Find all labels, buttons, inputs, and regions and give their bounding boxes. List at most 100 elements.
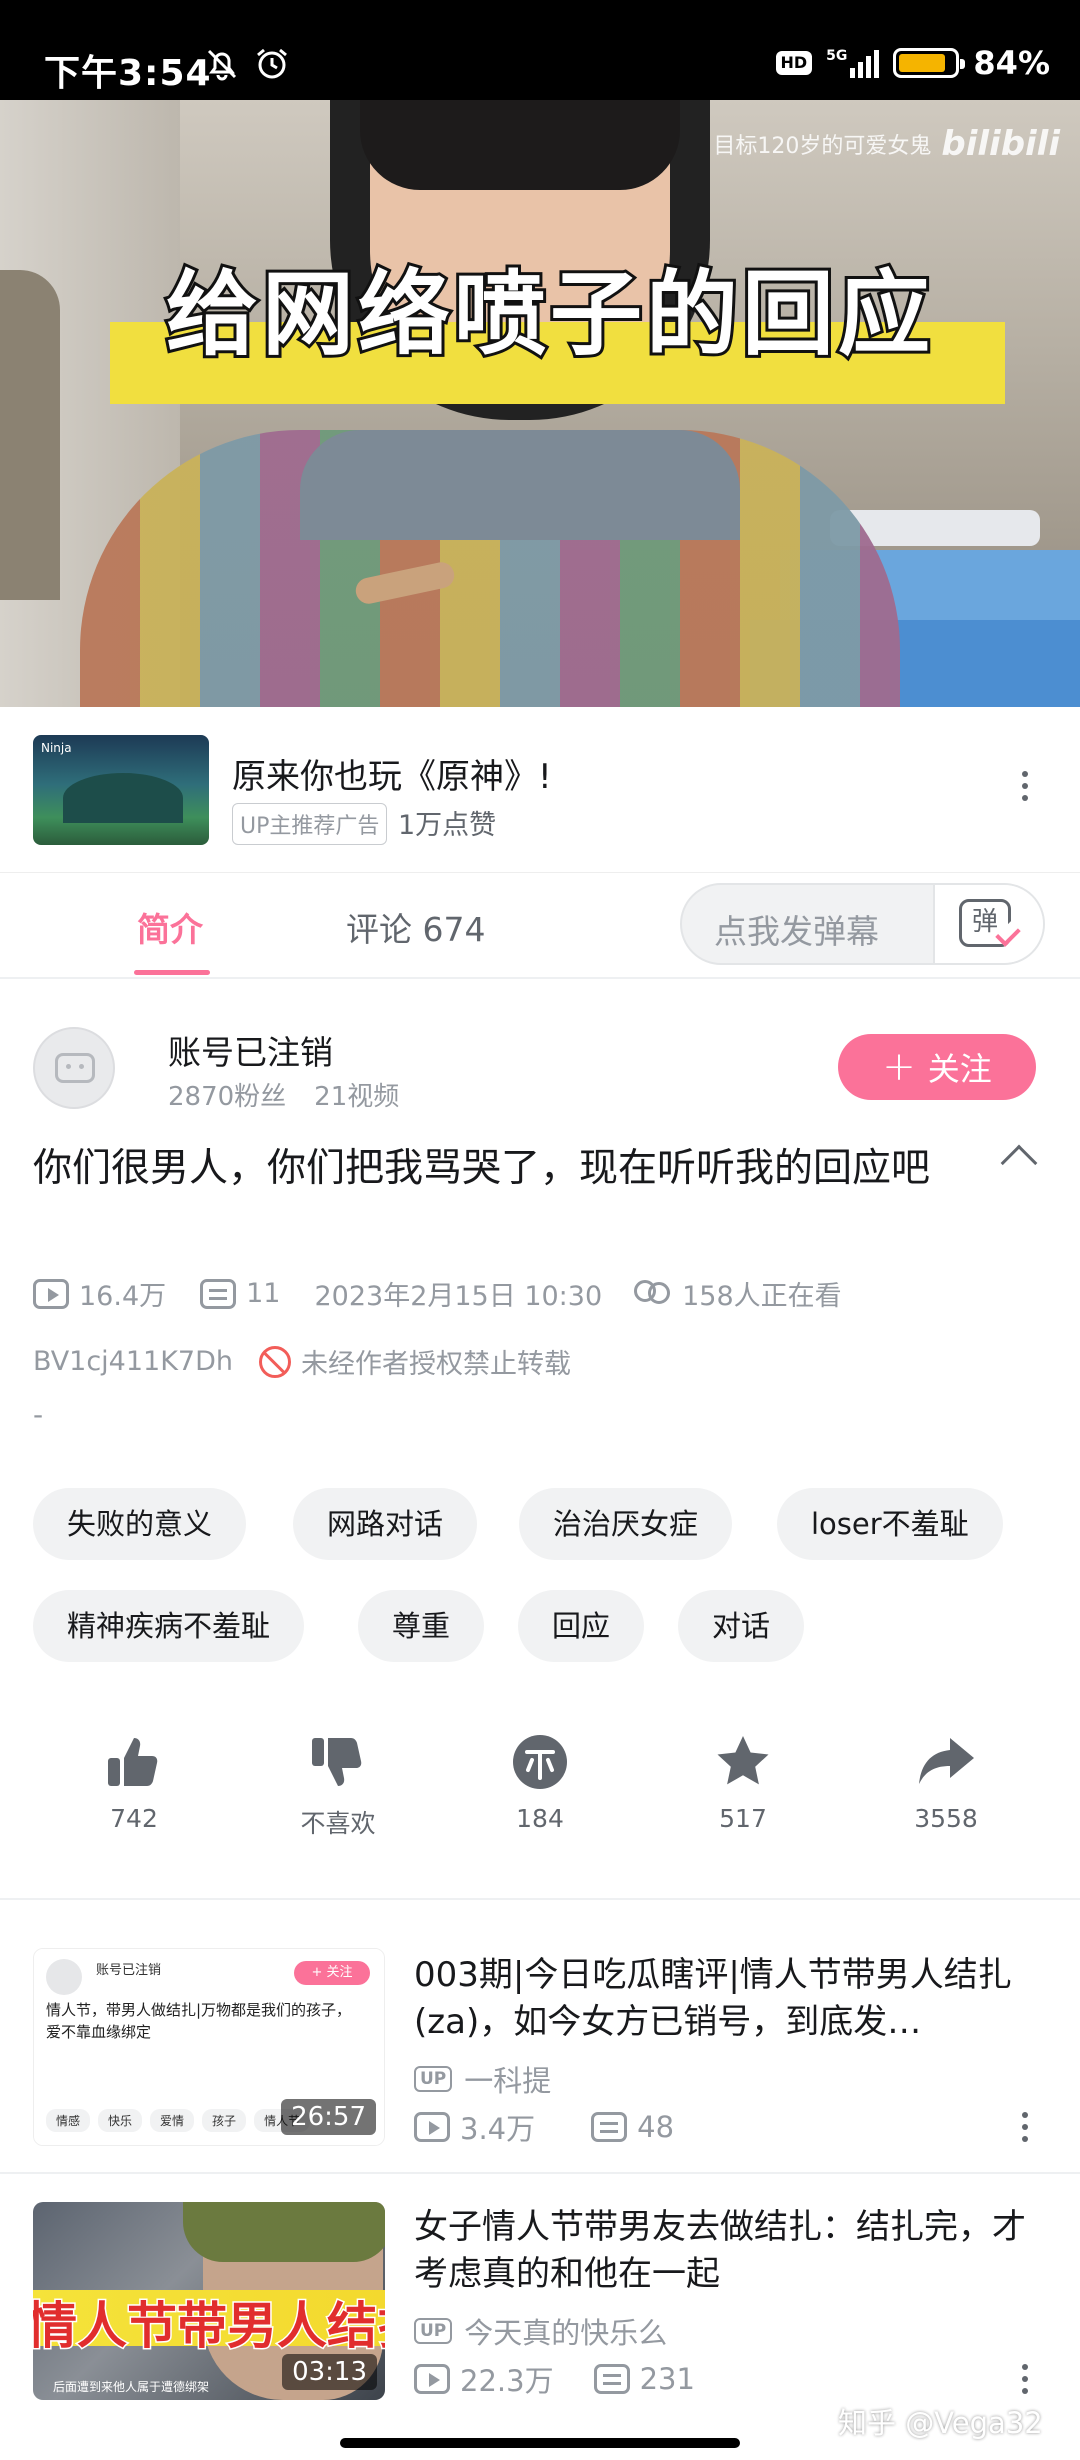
danmaku-input[interactable]: 点我发弹幕 弹 (680, 883, 1045, 965)
related-title[interactable]: 003期|今日吃瓜瞎评|情人节带男人结扎(za)，如今女方已销号，到底发… (414, 1952, 1044, 2046)
video-duration: 03:13 (282, 2354, 377, 2390)
tag-chip[interactable]: 网路对话 (293, 1488, 478, 1560)
thumb-tag: 快乐 (98, 2109, 143, 2132)
coin-icon (513, 1735, 567, 1789)
danmaku-toggle-button[interactable]: 弹 (933, 885, 1043, 963)
mute-bell-icon (204, 46, 240, 86)
related-more-icon[interactable] (1021, 2112, 1029, 2148)
related-thumbnail[interactable]: 情人节带男人结扎 后面遭到来他人属于遭德绑架 03:13 (33, 2202, 385, 2400)
ad-title[interactable]: 原来你也玩《原神》! (232, 749, 552, 798)
no-repost-icon (259, 1345, 292, 1378)
tag-chip[interactable]: 精神疾病不羞耻 (33, 1590, 305, 1662)
ad-more-icon[interactable] (1021, 771, 1029, 807)
publish-date: 2023年2月15日 10:30 (314, 1281, 603, 1312)
video-plant (0, 270, 60, 600)
uploader-fans: 2870粉丝 (168, 1082, 287, 1112)
tag-chip[interactable]: 尊重 (358, 1590, 485, 1662)
tab-intro[interactable]: 简介 (137, 903, 203, 951)
thumb-beanie (183, 2202, 385, 2262)
video-meta: 16.4万 11 2023年2月15日 10:30 158人正在看 (33, 1274, 842, 1313)
star-icon (717, 1736, 769, 1785)
favorite-count: 517 (719, 1804, 767, 1833)
bv-row: BV1cj411K7Dh 未经作者授权禁止转载 (33, 1342, 571, 1381)
related-stats: 3.4万 48 (414, 2106, 674, 2148)
bv-id[interactable]: BV1cj411K7Dh (33, 1346, 233, 1377)
uploader-video-count: 21视频 (314, 1082, 400, 1112)
tab-active-indicator (134, 970, 210, 975)
tag-chip[interactable]: 对话 (678, 1590, 805, 1662)
up-badge-icon: UP (414, 2317, 453, 2345)
play-count-icon (414, 2364, 450, 2394)
thumb-avatar (46, 1959, 82, 1995)
related-uploader[interactable]: UP 今天真的快乐么 (414, 2310, 667, 2352)
related-divider (0, 2172, 1080, 2174)
ad-card[interactable]: Ninja 原来你也玩《原神》! UP主推荐广告 1万点赞 (0, 707, 1080, 873)
home-indicator[interactable] (340, 2438, 740, 2448)
ad-likes: 1万点赞 (398, 810, 497, 841)
video-player[interactable]: 给网络喷子的回应 目标120岁的可爱女鬼 bilibili (0, 100, 1080, 707)
like-button[interactable]: 742 (64, 1732, 204, 1833)
signal-icon: 5G (826, 48, 880, 78)
danmaku-count-icon (200, 1278, 237, 1309)
danmaku-count-icon (593, 2364, 630, 2394)
ad-thumb-logo: Ninja (41, 741, 72, 755)
related-more-icon[interactable] (1021, 2364, 1029, 2400)
thumbs-up-icon (108, 1738, 158, 1786)
danmaku-count-icon (591, 2112, 628, 2142)
status-bar: 下午3:54 HD 5G 84% (0, 0, 1080, 100)
share-icon (919, 1738, 974, 1784)
up-badge-icon: UP (414, 2065, 453, 2093)
dislike-button[interactable]: 不喜欢 (268, 1732, 408, 1840)
coin-count: 184 (516, 1804, 564, 1833)
related-title[interactable]: 女子情人节带男友去做结扎：结扎完，才考虑真的和他在一起 (414, 2204, 1044, 2298)
thumb-subtitle: 后面遭到来他人属于遭德绑架 (53, 2380, 210, 2394)
related-uploader-name: 今天真的快乐么 (464, 2316, 668, 2350)
ad-tag: UP主推荐广告 (232, 803, 388, 845)
danmaku-placeholder: 点我发弹幕 (714, 912, 879, 951)
follow-button[interactable]: + 关注 (838, 1034, 1036, 1100)
video-duration: 26:57 (281, 2099, 376, 2135)
tab-comments[interactable]: 评论 674 (346, 903, 485, 951)
related-thumbnail[interactable]: 账号已注销 + 关注 情人节，带男人做结扎|万物都是我们的孩子，爱不靠血缘绑定 … (33, 1948, 385, 2146)
bili-tv-icon (55, 1053, 95, 1083)
play-count-icon (414, 2112, 450, 2142)
view-count: 16.4万 (79, 1281, 167, 1312)
thumb-name: 账号已注销 (96, 1963, 162, 1978)
uploader-stats: 2870粉丝 21视频 (168, 1076, 399, 1113)
tag-chip[interactable]: loser不羞耻 (777, 1488, 1003, 1560)
favorite-button[interactable]: 517 (673, 1732, 813, 1833)
plus-icon: + (882, 1044, 916, 1090)
video-watermark: 目标120岁的可爱女鬼 bilibili (713, 124, 1060, 164)
bilibili-logo: bilibili (941, 124, 1060, 164)
tag-chip[interactable]: 回应 (518, 1590, 645, 1662)
watching-count: 158人正在看 (682, 1281, 842, 1312)
ad-thumbnail[interactable]: Ninja (33, 735, 209, 845)
thumb-tag: 情感 (46, 2109, 91, 2132)
tag-chip[interactable]: 失败的意义 (33, 1488, 247, 1560)
section-divider (0, 1898, 1080, 1900)
video-title: 你们很男人，你们把我骂哭了，现在听听我的回应吧 (33, 1146, 931, 1191)
like-count: 742 (110, 1804, 158, 1833)
video-person-collar (300, 430, 740, 540)
tag-chip[interactable]: 治治厌女症 (519, 1488, 733, 1560)
zhihu-watermark: 知乎 @Vega32 (838, 2406, 1043, 2440)
related-uploader-name: 一科提 (464, 2064, 552, 2098)
related-stats: 22.3万 231 (414, 2358, 695, 2400)
avatar[interactable] (33, 1027, 115, 1109)
related-views: 22.3万 (460, 2364, 554, 2398)
share-button[interactable]: 3558 (876, 1732, 1016, 1833)
uploader-name[interactable]: 账号已注销 (168, 1026, 333, 1074)
chevron-up-icon[interactable] (1000, 1144, 1038, 1182)
share-count: 3558 (914, 1804, 978, 1833)
copyright-notice: 未经作者授权禁止转载 (301, 1349, 572, 1380)
video-caption: 给网络喷子的回应 (163, 258, 934, 371)
related-danmaku: 231 (639, 2362, 695, 2396)
related-uploader[interactable]: UP 一科提 (414, 2058, 551, 2100)
dislike-label: 不喜欢 (300, 1809, 376, 1838)
thumb-band-text: 情人节带男人结扎 (33, 2296, 385, 2357)
battery-percent: 84% (973, 44, 1050, 82)
status-time: 下午3:54 (44, 53, 212, 94)
coin-button[interactable]: 184 (470, 1732, 610, 1833)
hd-badge: HD (775, 51, 813, 75)
related-views: 3.4万 (460, 2112, 536, 2146)
